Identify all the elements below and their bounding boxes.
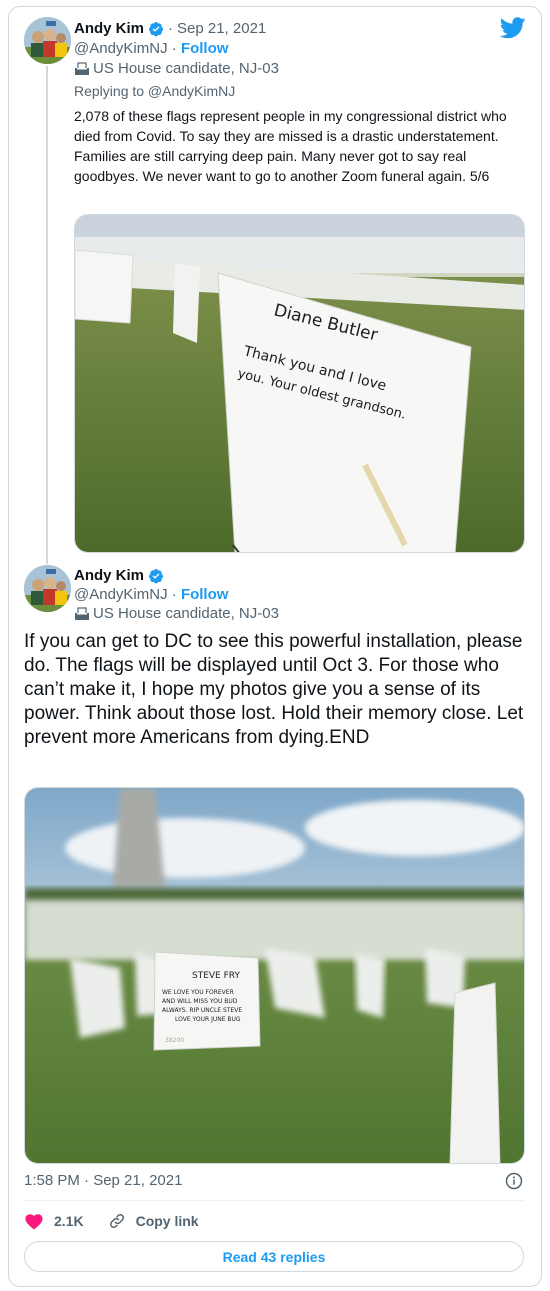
heart-icon[interactable] bbox=[24, 1212, 44, 1230]
account-label: US House candidate, NJ-03 bbox=[93, 605, 279, 622]
read-replies-button[interactable]: Read 43 replies bbox=[24, 1241, 524, 1272]
flag-handwriting: LOVE YOUR JUNE BUG bbox=[175, 1016, 241, 1023]
link-icon[interactable] bbox=[108, 1212, 126, 1230]
separator-dot: · bbox=[168, 20, 174, 37]
separator-dot: · bbox=[171, 40, 181, 57]
replying-to[interactable]: Replying to @AndyKimNJ bbox=[74, 83, 235, 99]
tweet-photo[interactable]: STEVE FRY WE LOVE YOU FOREVER AND WILL M… bbox=[24, 787, 525, 1164]
like-count[interactable]: 2.1K bbox=[54, 1213, 84, 1229]
flag-handwriting: ALWAYS. RIP UNCLE STEVE bbox=[162, 1007, 242, 1014]
verified-badge-icon bbox=[149, 21, 164, 36]
handle[interactable]: @AndyKimNJ bbox=[74, 40, 168, 57]
ballot-box-icon bbox=[75, 606, 89, 620]
avatar[interactable] bbox=[24, 565, 71, 612]
info-icon[interactable] bbox=[505, 1172, 523, 1190]
display-name[interactable]: Andy Kim bbox=[74, 567, 144, 584]
follow-button[interactable]: Follow bbox=[181, 40, 229, 57]
tweet-photo[interactable]: Diane Butler Thank you and I love you. Y… bbox=[74, 214, 525, 553]
flag-handwriting: AND WILL MISS YOU BUD bbox=[162, 998, 238, 1005]
ballot-box-icon bbox=[75, 61, 89, 75]
tweet-text: If you can get to DC to see this powerfu… bbox=[24, 631, 524, 748]
account-label: US House candidate, NJ-03 bbox=[93, 60, 279, 77]
handle[interactable]: @AndyKimNJ bbox=[74, 586, 168, 603]
tweet-date[interactable]: Sep 21, 2021 bbox=[177, 20, 266, 37]
flag-handwriting: WE LOVE YOU FOREVER bbox=[162, 989, 234, 996]
display-name[interactable]: Andy Kim bbox=[74, 20, 144, 37]
tweet-text: 2,078 of these flags represent people in… bbox=[74, 108, 507, 184]
copy-link-button[interactable]: Copy link bbox=[136, 1213, 199, 1229]
thread-connector-line bbox=[46, 66, 48, 564]
divider bbox=[24, 1200, 524, 1201]
flag-handwriting: STEVE FRY bbox=[192, 971, 240, 981]
tweet-timestamp[interactable]: 1:58 PM · Sep 21, 2021 bbox=[24, 1172, 182, 1189]
flag-number: 38200 bbox=[165, 1037, 184, 1044]
twitter-bird-icon[interactable] bbox=[500, 17, 526, 39]
separator-dot: · bbox=[171, 586, 181, 603]
follow-button[interactable]: Follow bbox=[181, 586, 229, 603]
avatar[interactable] bbox=[24, 17, 71, 64]
verified-badge-icon bbox=[149, 568, 164, 583]
